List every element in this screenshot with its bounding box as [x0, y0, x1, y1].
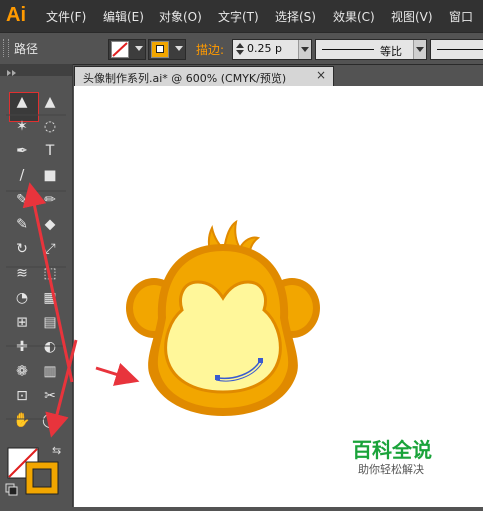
menu-select[interactable]: 选择(S) [275, 8, 316, 25]
artboard-icon[interactable]: ⊡ [16, 388, 28, 404]
menu-effect[interactable]: 效果(C) [333, 8, 375, 25]
lasso-icon[interactable]: ◌ [44, 119, 56, 135]
tools-panel: ▲ ▲ ✶ ◌ ✒ T / ■ ✎ ✏ ✎ ◆ ↻ ⤢ ≋ ⬚ ◔ ▦ ⊞ ▤ ✚ ◐ ❁ ▥ ⊡ ✂ ✋ ◯ ⇆ [0, 64, 73, 507]
tool-icons: ▲ ▲ ✶ ◌ ✒ T / ■ ✎ ✏ ✎ ◆ ↻ ⤢ ≋ ⬚ ◔ ▦ ⊞ ▤ ✚ ◐ ❁ ▥ ⊡ ✂ ✋ ◯ ⇆ [5, 94, 66, 496]
watermark-subtitle: 助你轻松解决 [358, 463, 424, 476]
eyedropper-icon[interactable]: ✚ [16, 339, 28, 355]
scale-icon[interactable]: ⤢ [44, 241, 55, 257]
fill-color-dropdown[interactable] [108, 39, 146, 60]
brush-definition[interactable] [430, 39, 483, 60]
perspective-grid-icon[interactable]: ▦ [43, 290, 56, 306]
app-logo: Ai [6, 4, 26, 26]
chevron-down-icon [175, 46, 183, 51]
type-icon[interactable]: T [45, 143, 55, 159]
menu-type[interactable]: 文字(T) [218, 8, 259, 25]
watermark-title: 百科全说 [352, 438, 432, 462]
stroke-weight-value[interactable]: 0.25 p [247, 42, 282, 55]
monkey-face [164, 280, 282, 394]
stroke-weight-dropdown[interactable] [298, 40, 311, 59]
direct-selection-icon[interactable]: ▲ [45, 94, 56, 110]
symbol-sprayer-icon[interactable]: ❁ [16, 364, 28, 380]
gradient-icon[interactable]: ▤ [43, 315, 56, 331]
stroke-color-dropdown[interactable] [148, 39, 186, 60]
fill-stroke-swatches[interactable]: ⇆ [5, 444, 61, 496]
svg-text:⇆: ⇆ [52, 444, 61, 457]
brush-preview-line [437, 49, 483, 50]
stroke-label[interactable]: 描边: [196, 41, 224, 58]
pen-icon[interactable]: ✒ [16, 143, 28, 159]
shape-builder-icon[interactable]: ◔ [16, 290, 28, 306]
selection-type-label: 路径 [14, 42, 39, 56]
profile-dropdown[interactable] [413, 40, 426, 59]
line-segment-icon[interactable]: / [20, 168, 25, 184]
chevron-down-icon [416, 47, 424, 52]
stroke-color-swatch [151, 41, 169, 58]
magic-wand-icon[interactable]: ✶ [16, 119, 28, 135]
menu-view[interactable]: 视图(V) [391, 8, 433, 25]
profile-preview-line [322, 49, 374, 50]
rotate-icon[interactable]: ↻ [16, 241, 28, 257]
profile-label: 等比 [380, 45, 402, 58]
free-transform-icon[interactable]: ⬚ [43, 266, 56, 282]
slice-icon[interactable]: ✂ [44, 388, 56, 404]
document-title: 头像制作系列.ai* @ 600% (CMYK/预览) [83, 72, 287, 85]
menu-file[interactable]: 文件(F) [46, 8, 86, 25]
document-tab[interactable]: 头像制作系列.ai* @ 600% (CMYK/预览) × [74, 66, 334, 87]
pencil-icon[interactable]: ✏ [44, 192, 56, 208]
anchor-point[interactable] [215, 375, 220, 380]
selection-icon[interactable]: ▲ [17, 94, 28, 110]
close-icon[interactable]: × [316, 68, 326, 82]
chevron-down-icon [135, 46, 143, 51]
mesh-icon[interactable]: ⊞ [16, 315, 28, 331]
menu-bar: Ai 文件(F) 编辑(E) 对象(O) 文字(T) 选择(S) 效果(C) 视… [0, 0, 483, 32]
menu-edit[interactable]: 编辑(E) [103, 8, 144, 25]
menu-object[interactable]: 对象(O) [159, 8, 202, 25]
control-bar: 路径 描边: 0.25 p 等比 [0, 32, 483, 65]
stroke-weight-field[interactable]: 0.25 p [232, 39, 312, 60]
rectangle-icon[interactable]: ■ [43, 168, 56, 184]
panel-grip[interactable] [3, 39, 9, 57]
eraser-icon[interactable]: ◆ [45, 217, 56, 233]
zoom-icon[interactable]: ◯ [42, 413, 58, 429]
width-icon[interactable]: ≋ [16, 266, 28, 282]
blend-icon[interactable]: ◐ [44, 339, 56, 355]
stepper-arrows-icon[interactable] [235, 42, 245, 56]
paintbrush-icon[interactable]: ✎ [16, 192, 28, 208]
fill-none-swatch [111, 41, 129, 58]
hand-icon[interactable]: ✋ [13, 412, 30, 429]
variable-width-profile[interactable]: 等比 [315, 39, 427, 60]
menu-window[interactable]: 窗口 [449, 8, 473, 25]
chevron-down-icon [301, 47, 309, 52]
blob-brush-icon[interactable]: ✎ [16, 217, 28, 233]
column-graph-icon[interactable]: ▥ [43, 364, 56, 380]
anchor-point[interactable] [258, 358, 263, 363]
illustrator-window: Ai 文件(F) 编辑(E) 对象(O) 文字(T) 选择(S) 效果(C) 视… [0, 0, 483, 507]
none-slash-icon [112, 42, 128, 57]
